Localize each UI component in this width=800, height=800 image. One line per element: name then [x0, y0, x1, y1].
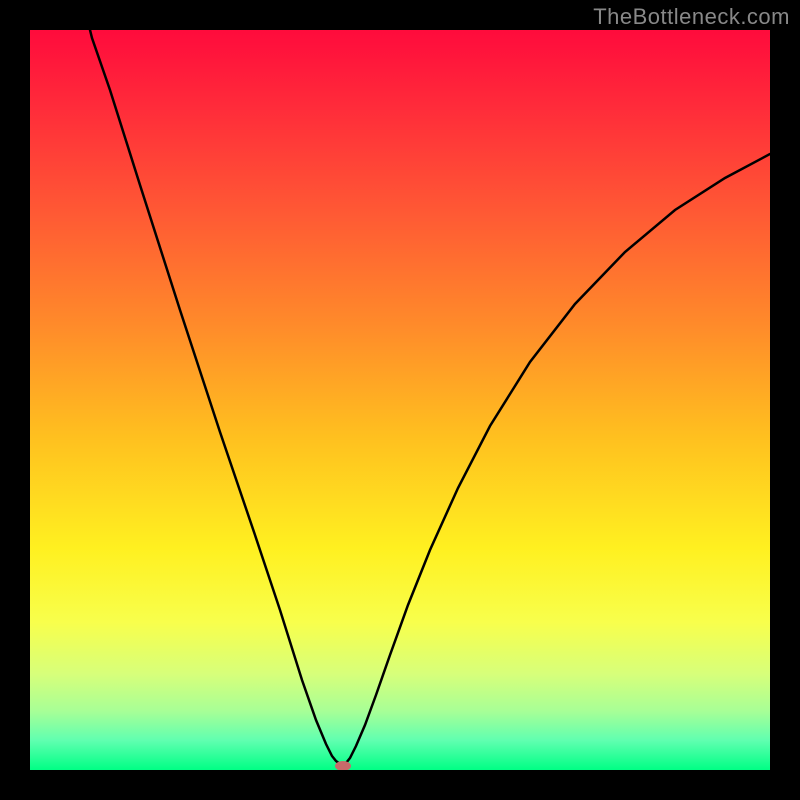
bottleneck-chart — [30, 30, 770, 770]
gradient-background — [30, 30, 770, 770]
chart-frame: TheBottleneck.com — [0, 0, 800, 800]
watermark-text: TheBottleneck.com — [593, 4, 790, 30]
